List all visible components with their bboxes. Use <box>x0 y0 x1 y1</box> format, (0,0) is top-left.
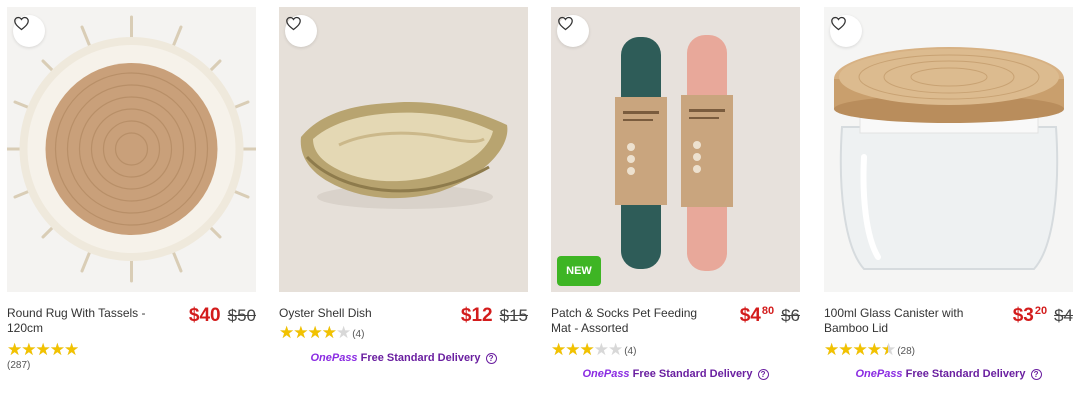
star-fill: ★★★★★ <box>551 341 594 358</box>
price-block: $12 $15 <box>461 305 528 327</box>
onepass-logo: OnePass <box>310 352 358 364</box>
feeding-mat-illustration <box>551 7 800 292</box>
was-price: $4 <box>1054 306 1073 325</box>
help-icon[interactable]: ? <box>757 368 769 380</box>
price-block: $40 $50 <box>189 305 256 327</box>
onepass-logo: OnePass <box>855 368 903 380</box>
product-title[interactable]: Oyster Shell Dish <box>279 306 437 321</box>
product-title[interactable]: 100ml Glass Canister with Bamboo Lid <box>824 306 982 336</box>
delivery-text: Free Standard Delivery <box>632 368 753 380</box>
wishlist-button[interactable] <box>285 15 317 47</box>
heart-icon <box>831 16 846 31</box>
product-card[interactable]: Oyster Shell Dish $12 $15 ★★★★★ ★★★★★ (4… <box>279 7 528 400</box>
onepass-delivery[interactable]: OnePass Free Standard Delivery ? <box>279 352 528 364</box>
current-price-cents: 80 <box>761 305 775 317</box>
review-count[interactable]: (287) <box>7 360 30 371</box>
current-price: $3 <box>1012 305 1034 326</box>
star-fill: ★★★★★ <box>7 341 79 358</box>
wishlist-button[interactable] <box>557 15 589 47</box>
onepass-delivery[interactable]: OnePass Free Standard Delivery ? <box>824 368 1073 380</box>
wishlist-button[interactable] <box>13 15 45 47</box>
rating[interactable]: ★★★★★ ★★★★★ (4) <box>279 324 364 341</box>
oyster-dish-illustration <box>279 7 528 292</box>
glass-canister-illustration <box>824 7 1073 292</box>
product-image-oyster-dish[interactable] <box>279 7 528 292</box>
current-price: $40 <box>188 305 221 326</box>
rating[interactable]: ★★★★★ ★★★★★ (28) <box>824 341 915 358</box>
product-image-rug[interactable] <box>7 7 256 292</box>
star-rating: ★★★★★ ★★★★★ <box>7 341 79 358</box>
heart-icon <box>286 16 301 31</box>
heart-icon <box>558 16 573 31</box>
rating[interactable]: ★★★★★ ★★★★★ (4) <box>551 341 636 358</box>
help-icon[interactable]: ? <box>1030 368 1042 380</box>
help-icon[interactable]: ? <box>485 352 497 364</box>
star-rating: ★★★★★ ★★★★★ <box>279 324 351 341</box>
product-image-feeding-mat[interactable]: NEW <box>551 7 800 292</box>
price-block: $3 20 $4 <box>1013 305 1073 327</box>
product-card[interactable]: Round Rug With Tassels - 120cm $40 $50 ★… <box>7 7 256 400</box>
review-count[interactable]: (4) <box>352 329 364 340</box>
rating[interactable]: ★★★★★ ★★★★★ <box>7 341 79 358</box>
product-title[interactable]: Patch & Socks Pet Feeding Mat - Assorted <box>551 306 709 336</box>
new-badge: NEW <box>557 256 601 286</box>
wishlist-button[interactable] <box>830 15 862 47</box>
product-grid: Round Rug With Tassels - 120cm $40 $50 ★… <box>7 7 1080 400</box>
product-image-glass-canister[interactable] <box>824 7 1073 292</box>
onepass-logo: OnePass <box>582 368 630 380</box>
product-card[interactable]: 100ml Glass Canister with Bamboo Lid $3 … <box>824 7 1073 400</box>
current-price: $4 <box>739 305 761 326</box>
star-fill: ★★★★★ <box>824 341 888 358</box>
onepass-delivery[interactable]: OnePass Free Standard Delivery ? <box>551 368 800 380</box>
star-rating: ★★★★★ ★★★★★ <box>824 341 896 358</box>
delivery-text: Free Standard Delivery <box>360 352 481 364</box>
star-fill: ★★★★★ <box>279 324 336 341</box>
was-price: $15 <box>499 306 528 325</box>
product-card[interactable]: NEW Patch & Socks Pet Feeding Mat - Asso… <box>551 7 800 400</box>
delivery-text: Free Standard Delivery <box>905 368 1026 380</box>
product-title[interactable]: Round Rug With Tassels - 120cm <box>7 306 165 336</box>
review-count[interactable]: (4) <box>624 346 636 357</box>
star-rating: ★★★★★ ★★★★★ <box>551 341 623 358</box>
current-price-cents: 20 <box>1034 305 1048 317</box>
was-price: $6 <box>781 306 800 325</box>
was-price: $50 <box>227 306 256 325</box>
review-count[interactable]: (28) <box>897 346 915 357</box>
heart-icon <box>14 16 29 31</box>
rug-illustration <box>7 7 256 292</box>
price-block: $4 80 $6 <box>740 305 800 327</box>
current-price: $12 <box>460 305 493 326</box>
